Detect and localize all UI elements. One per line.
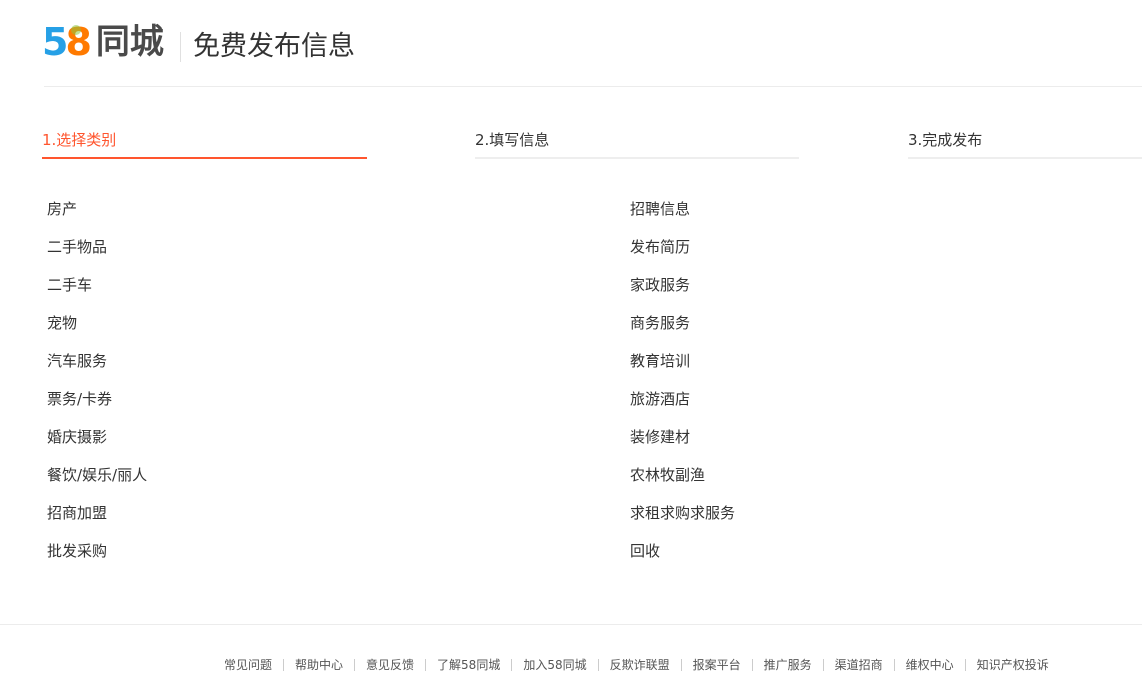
footer-link-feedback[interactable]: 意见反馈 [366,656,414,673]
step-progress-bar [475,157,799,159]
category-item[interactable]: 宠物 [47,304,147,342]
category-item[interactable]: 求租求购求服务 [630,494,735,532]
category-item[interactable]: 回收 [630,532,735,570]
progress-steps: 1.选择类别 2.填写信息 3.完成发布 [0,120,1142,160]
logo-text: 同城 [95,22,164,62]
category-item[interactable]: 装修建材 [630,418,735,456]
header-divider [180,32,181,62]
footer-link-anti-fraud[interactable]: 反欺诈联盟 [610,656,670,673]
category-item[interactable]: 农林牧副渔 [630,456,735,494]
footer-link-help-center[interactable]: 帮助中心 [295,656,343,673]
footer-separator [680,658,682,671]
category-list-right: 招聘信息 发布简历 家政服务 商务服务 教育培训 旅游酒店 装修建材 农林牧副渔… [630,190,735,570]
footer-separator [964,658,966,671]
step-select-category: 1.选择类别 [42,120,367,159]
category-item[interactable]: 发布简历 [630,228,735,266]
category-item[interactable]: 旅游酒店 [630,380,735,418]
page-header: 5 8 同城 免费发布信息 [0,0,1142,88]
step-progress-bar [908,157,1142,159]
category-item[interactable]: 婚庆摄影 [47,418,147,456]
footer-separator [511,658,513,671]
step-progress-bar [42,157,367,159]
logo-digit-8: 8 [65,20,92,64]
footer-separator [597,658,599,671]
footer-link-promotion[interactable]: 推广服务 [764,656,812,673]
step-fill-info: 2.填写信息 [475,120,799,159]
footer-separator [822,658,824,671]
category-item[interactable]: 招商加盟 [47,494,147,532]
footer-link-channel-partners[interactable]: 渠道招商 [835,656,883,673]
footer-separator [893,658,895,671]
header-underline [44,86,1142,87]
footer-links: 常见问题 帮助中心 意见反馈 了解58同城 加入58同城 反欺诈联盟 报案平台 … [224,656,1049,673]
category-item[interactable]: 二手物品 [47,228,147,266]
step-label: 3.完成发布 [908,131,983,149]
category-item[interactable]: 餐饮/娱乐/丽人 [47,456,147,494]
category-item[interactable]: 家政服务 [630,266,735,304]
logo-digit-5: 5 [42,20,69,64]
category-item[interactable]: 招聘信息 [630,190,735,228]
category-item[interactable]: 汽车服务 [47,342,147,380]
category-item[interactable]: 教育培训 [630,342,735,380]
step-label: 2.填写信息 [475,131,550,149]
footer-separator [425,658,427,671]
footer-separator [751,658,753,671]
footer-separator [283,658,285,671]
category-item[interactable]: 商务服务 [630,304,735,342]
category-list-left: 房产 二手物品 二手车 宠物 汽车服务 票务/卡券 婚庆摄影 餐饮/娱乐/丽人 … [47,190,147,570]
category-item[interactable]: 房产 [47,190,147,228]
footer-link-report-platform[interactable]: 报案平台 [693,656,741,673]
step-label: 1.选择类别 [42,131,117,149]
58-logo[interactable]: 5 8 同城 [42,20,164,64]
footer-separator [354,658,356,671]
footer-link-about[interactable]: 了解58同城 [437,656,500,673]
footer-link-rights-center[interactable]: 维权中心 [906,656,954,673]
category-item[interactable]: 批发采购 [47,532,147,570]
footer-link-join[interactable]: 加入58同城 [523,656,586,673]
step-complete: 3.完成发布 [908,120,1142,159]
footer-link-faq[interactable]: 常见问题 [224,656,272,673]
page-title: 免费发布信息 [193,31,355,62]
category-item[interactable]: 票务/卡券 [47,380,147,418]
category-item[interactable]: 二手车 [47,266,147,304]
footer-link-ip-complaint[interactable]: 知识产权投诉 [977,656,1049,673]
footer-divider [0,624,1142,625]
